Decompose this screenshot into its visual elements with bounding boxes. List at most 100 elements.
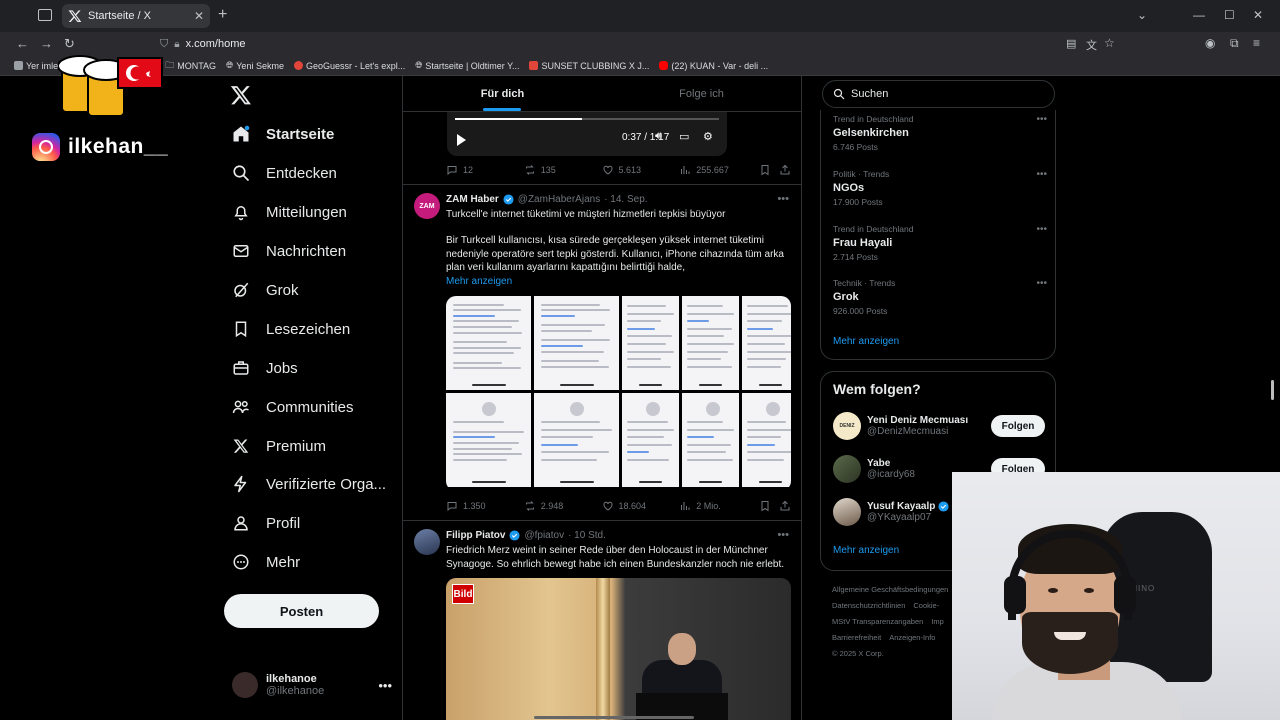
footer-link[interactable]: Barrierefreiheit [832,633,881,642]
trend-item[interactable]: Technik · Trends Grok 926.000 Posts ••• [833,278,1047,316]
settings-gear-icon[interactable]: ⚙ [703,130,713,143]
tweet-photo[interactable]: Bild [446,578,791,720]
author-handle[interactable]: @fpiatov [524,530,564,541]
trends-show-more-link[interactable]: Mehr anzeigen [833,336,899,347]
screenshot-image[interactable] [622,296,679,390]
forward-arrow-icon[interactable]: → [40,36,53,51]
screenshot-image[interactable] [534,296,619,390]
post-button[interactable]: Posten [224,594,379,628]
play-icon[interactable] [457,134,466,146]
translate-icon[interactable]: 文 [1086,37,1097,53]
more-dots-icon[interactable]: ••• [777,529,789,541]
nav-item-profil[interactable]: Profil [230,510,300,536]
new-tab-button[interactable]: + [218,6,227,24]
video-player[interactable]: 0:37 / 1:17 ▭ 🔊︎ ⚙ [447,112,727,156]
nav-item-mitteilungen[interactable]: Mitteilungen [230,199,347,225]
address-bar[interactable]: ⛉ 🔒︎ x.com/home [160,34,1120,54]
tweet-image-grid[interactable] [446,296,791,491]
account-switcher[interactable]: ilkehanoe @ilkehanoe ••• [232,672,392,698]
screenshot-image[interactable] [446,393,531,487]
extensions-icon[interactable]: ⧉ [1230,36,1239,51]
trend-item[interactable]: Trend in Deutschland Frau Hayali 2.714 P… [833,224,1047,262]
bookmark-item[interactable]: (22) KUAN - Var - deli ... [659,61,768,71]
timeline[interactable]: Für dich Folge ich 0:37 / 1:17 ▭ 🔊︎ ⚙ 12… [402,76,802,720]
tab-list-chevron-icon[interactable]: ⌄ [1137,8,1147,22]
author-name[interactable]: Filipp Piatov [446,530,505,541]
back-arrow-icon[interactable]: ← [16,36,29,51]
views-button[interactable]: 255.667 [679,164,759,176]
repost-button[interactable]: 2.948 [524,500,602,512]
screenshot-image[interactable] [742,296,791,390]
nav-item-mehr[interactable]: Mehr [230,549,300,575]
bookmark-button[interactable] [759,164,779,176]
screenshot-image[interactable] [534,393,619,487]
bookmark-folder[interactable]: 🗀︎ MONTAG [165,58,216,74]
more-dots-icon[interactable]: ••• [1036,169,1047,180]
author-name[interactable]: ZAM Haber [446,194,499,205]
bookmark-item[interactable]: GeoGuessr - Let's expl... [293,61,405,71]
follow-suggestion[interactable]: DENIZ Yeni Deniz Mecmuası @DenizMecmuasi … [833,412,1051,440]
browser-tab[interactable]: Startseite / X ✕ [62,4,210,28]
bookmark-item[interactable]: 🌐︎ Yeni Sekme [226,60,284,71]
nav-item-lesezeichen[interactable]: Lesezeichen [230,316,350,342]
footer-link[interactable]: Allgemeine Geschäftsbedingungen [832,585,948,594]
footer-link[interactable]: Anzeigen-Info [889,633,935,642]
nav-item-premium[interactable]: Premium [230,433,326,459]
bookmark-item[interactable]: SUNSET CLUBBING X J... [529,61,649,71]
screenshot-image[interactable] [622,393,679,487]
menu-icon[interactable]: ≡ [1253,36,1260,50]
footer-link[interactable]: Cookie- [913,601,939,610]
show-more-link[interactable]: Mehr anzeigen [446,276,512,287]
close-window-button[interactable]: ✕ [1253,8,1263,22]
nav-item-nachrichten[interactable]: Nachrichten [230,238,346,264]
footer-link[interactable]: Datenschutzrichtlinien [832,601,905,610]
more-dots-icon[interactable]: ••• [1036,278,1047,289]
trend-item[interactable]: Politik · Trends NGOs 17.900 Posts ••• [833,169,1047,207]
reader-view-icon[interactable]: ▤ [1066,37,1076,50]
trend-item[interactable]: Trend in Deutschland Gelsenkirchen 6.746… [833,114,1047,152]
repost-button[interactable]: 135 [524,164,602,176]
like-button[interactable]: 18.604 [602,500,680,512]
maximize-button[interactable]: ☐ [1224,8,1235,22]
screenshot-image[interactable] [682,393,739,487]
horizontal-scrollbar[interactable] [534,716,694,719]
tab-overview-icon[interactable] [38,9,52,21]
nav-item-startseite[interactable]: Startseite [230,121,334,147]
captions-icon[interactable]: ▭ [679,130,689,143]
footer-link[interactable]: MStV Transparenzangaben [832,617,923,626]
bookmark-star-icon[interactable]: ☆ [1104,36,1115,50]
views-button[interactable]: 2 Mio. [679,500,759,512]
screenshot-image[interactable] [682,296,739,390]
reply-button[interactable]: 12 [446,164,524,176]
bookmark-item[interactable]: Yer imleri [14,61,63,71]
footer-link[interactable]: Imp [931,617,944,626]
search-input[interactable]: Suchen [822,80,1055,108]
author-handle[interactable]: @ZamHaberAjans [518,194,600,205]
more-dots-icon[interactable]: ••• [777,193,789,205]
avatar[interactable] [414,529,440,555]
more-dots-icon[interactable]: ••• [378,678,392,693]
screenshot-image[interactable] [446,296,531,390]
minimize-button[interactable]: — [1193,8,1205,22]
nav-item-entdecken[interactable]: Entdecken [230,160,337,186]
bookmark-button[interactable] [759,500,779,512]
follow-button[interactable]: Folgen [991,415,1045,437]
share-button[interactable] [779,164,791,176]
avatar[interactable]: ZAM [414,193,440,219]
more-dots-icon[interactable]: ••• [1036,224,1047,235]
nav-item-jobs[interactable]: Jobs [230,355,298,381]
like-button[interactable]: 5.613 [602,164,680,176]
share-button[interactable] [779,500,791,512]
page-scrollbar[interactable] [1271,380,1274,400]
video-progress-bar[interactable] [455,118,719,120]
tab-for-you[interactable]: Für dich [403,76,602,111]
nav-item-grok[interactable]: Grok [230,277,299,303]
tweet-date[interactable]: · 10 Std. [568,530,606,541]
tab-close-icon[interactable]: ✕ [194,9,204,23]
tab-following[interactable]: Folge ich [602,76,801,111]
who-to-follow-more-link[interactable]: Mehr anzeigen [833,545,899,556]
nav-item-communities[interactable]: Communities [230,394,354,420]
bookmark-item[interactable]: 🌐︎ Startseite | Oldtimer Y... [415,60,519,71]
volume-icon[interactable]: 🔊︎ [655,130,662,143]
screenshot-image[interactable] [742,393,791,487]
